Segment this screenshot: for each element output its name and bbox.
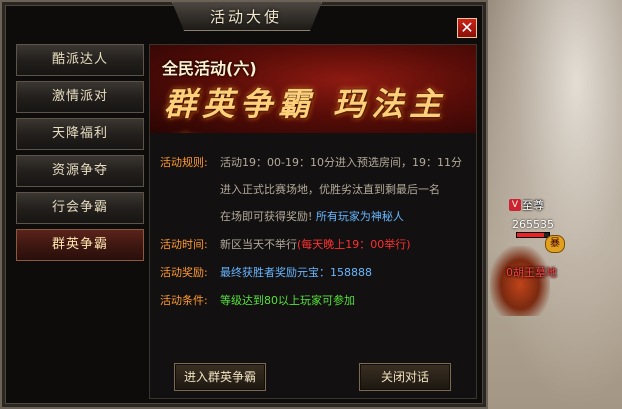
sidebar-item-guild-war[interactable]: 行会争霸 [16,192,144,224]
reward-label: 活动奖励: [160,266,208,279]
player-guild-name: 0胡王墓地 [506,266,557,279]
time-text: 新区当天不举行(每天晚上19：00举行) [220,234,411,256]
reward-text: 最终获胜者奖励元宝：158888 [220,266,372,279]
player-character[interactable] [490,246,550,316]
rules-label: 活动规则: [160,156,208,169]
rules-mystery-note: 所有玩家为神秘人 [315,210,404,223]
sidebar-item-label: 群英争霸 [51,237,108,252]
condition-row: 活动条件: 等级达到80以上玩家可参加 [160,290,472,312]
player-hp-bar [516,232,550,238]
sidebar-item-label: 酷派达人 [51,52,108,67]
activity-sidebar: 酷派达人 激情派对 天降福利 资源争夺 行会争霸 群英争霸 [16,44,144,266]
player-hp-fill [517,233,545,237]
sidebar-item-cool-master[interactable]: 酷派达人 [16,44,144,76]
rules-line-3: 在场即可获得奖励! 所有玩家为神秘人 [220,206,404,228]
player-hp-value: 265535 [512,218,554,231]
time-label: 活动时间: [160,238,208,251]
sidebar-item-label: 天降福利 [51,126,108,141]
reward-row: 活动奖励: 最终获胜者奖励元宝：158888 [160,262,472,284]
sidebar-item-passion-party[interactable]: 激情派对 [16,81,144,113]
enter-hero-war-button[interactable]: 进入群英争霸 [174,363,266,391]
dialog-title: 活动大使 [209,8,282,26]
sidebar-item-label: 激情派对 [51,89,108,104]
time-value: 新区当天不举行 [220,238,297,251]
sidebar-item-label: 资源争夺 [51,163,108,178]
rules-row-3: 在场即可获得奖励! 所有玩家为神秘人 [160,206,472,228]
rules-row: 活动规则: 活动19：00-19：10分进入预选房间，19：11分 [160,152,472,174]
time-highlight: (每天晚上19：00举行) [297,238,411,251]
activity-dialog: 活动大使 ✕ 酷派达人 激情派对 天降福利 资源争夺 行会争霸 群英争霸 全民活… [0,0,488,409]
sidebar-item-sky-welfare[interactable]: 天降福利 [16,118,144,150]
close-icon: ✕ [460,18,474,37]
banner-subtitle: 全民活动(六) [162,59,257,78]
sidebar-item-resource-war[interactable]: 资源争夺 [16,155,144,187]
condition-label: 活动条件: [160,294,208,307]
player-buff-badge: 暴 [545,235,565,253]
time-row: 活动时间: 新区当天不举行(每天晚上19：00举行) [160,234,472,256]
rules-line-3a: 在场即可获得奖励! [220,210,313,223]
banner-title: 群英争霸 玛法主宰 [164,85,448,133]
rules-line-2: 进入正式比赛场地，优胜劣汰直到剩最后一名 [220,183,440,196]
player-name: 至尊 [522,199,544,212]
sidebar-item-hero-war[interactable]: 群英争霸 [16,229,144,261]
rules-row-2: 进入正式比赛场地，优胜劣汰直到剩最后一名 [160,179,472,201]
rules-line-1: 活动19：00-19：10分进入预选房间，19：11分 [220,156,462,169]
close-button[interactable]: ✕ [457,18,477,38]
close-dialog-button[interactable]: 关闭对话 [359,363,451,391]
condition-text: 等级达到80以上玩家可参加 [220,294,355,307]
activity-info: 活动规则: 活动19：00-19：10分进入预选房间，19：11分 进入正式比赛… [160,152,472,312]
activity-banner: 全民活动(六) 群英争霸 玛法主宰 [150,45,476,133]
sidebar-item-label: 行会争霸 [51,200,108,215]
